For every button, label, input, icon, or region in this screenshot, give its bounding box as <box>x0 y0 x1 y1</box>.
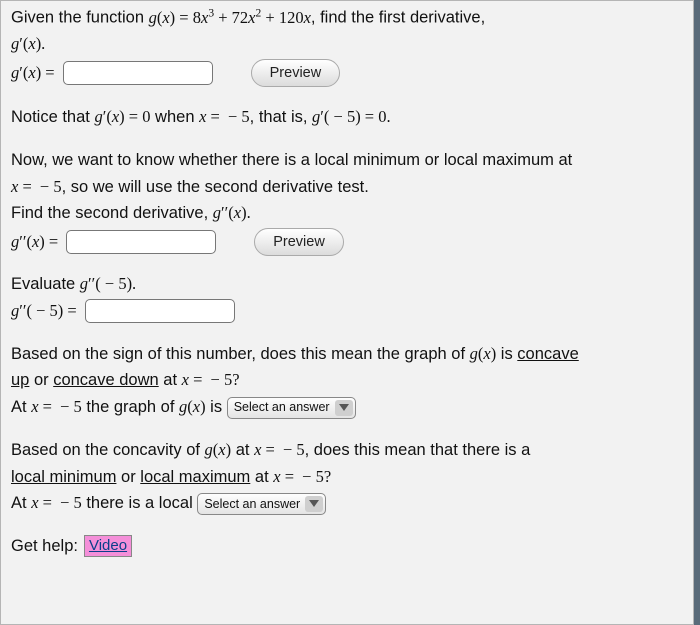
first-derivative-input[interactable] <box>63 61 213 85</box>
math-expr: g(x) <box>470 344 497 363</box>
math-expr: g(x) <box>179 397 206 416</box>
math-expr: x = − 5? <box>182 370 240 389</box>
evaluate-input[interactable] <box>85 299 235 323</box>
local-select[interactable]: Select an answer <box>197 493 326 515</box>
notice-block: Notice that g′(x) = 0 when x = − 5, that… <box>11 105 683 130</box>
underline-text: concave <box>517 345 578 363</box>
evaluate-row: g′′( − 5) = <box>11 299 683 324</box>
second-derivative-input[interactable] <box>66 230 216 254</box>
text: Based on the sign of this number, does t… <box>11 345 470 363</box>
text-line: Based on the concavity of g(x) at x = − … <box>11 438 683 463</box>
math-expr: g′′(x). <box>213 203 251 222</box>
second-derivative-block: Now, we want to know whether there is a … <box>11 148 683 256</box>
math-expr: x = − 5? <box>273 467 331 486</box>
math-expr: x = − 5 <box>199 107 250 126</box>
text: , find the first derivative, <box>311 9 485 27</box>
chevron-down-icon <box>335 400 353 416</box>
math-expr: g′( − 5) = 0. <box>312 107 391 126</box>
text: , so we will use the second derivative t… <box>62 178 369 196</box>
text: Based on the concavity of <box>11 441 205 459</box>
first-derivative-row: g′(x) = Preview <box>11 59 683 87</box>
text: , does this mean that there is a <box>305 441 531 459</box>
chevron-down-icon <box>305 496 323 512</box>
text: or <box>29 371 53 389</box>
text: Evaluate <box>11 275 80 293</box>
underline-text: local minimum <box>11 468 116 486</box>
answer-line: At x = − 5 there is a local Select an an… <box>11 491 683 516</box>
preview-button[interactable]: Preview <box>254 228 344 256</box>
math-expr: g′(x) = 0 <box>94 107 150 126</box>
underline-text: concave down <box>53 371 159 389</box>
text: at <box>159 371 182 389</box>
evaluate-block: Evaluate g′′( − 5). g′′( − 5) = <box>11 272 683 324</box>
text: Given the function <box>11 9 149 27</box>
text: when <box>150 108 199 126</box>
text-line: local minimum or local maximum at x = − … <box>11 465 683 490</box>
underline-text: up <box>11 371 29 389</box>
math-expr: x = − 5 <box>11 177 62 196</box>
concavity-select[interactable]: Select an answer <box>227 397 356 419</box>
text-line: up or concave down at x = − 5? <box>11 368 683 393</box>
text: at <box>231 441 254 459</box>
text-line: Based on the sign of this number, does t… <box>11 342 683 367</box>
preview-button[interactable]: Preview <box>251 59 341 87</box>
text: or <box>116 468 140 486</box>
text: there is a local <box>82 494 198 512</box>
intro-line1: Given the function g(x) = 8x3 + 72x2 + 1… <box>11 5 683 30</box>
underline-text: local maximum <box>140 468 250 486</box>
text-line: Evaluate g′′( − 5). <box>11 272 683 297</box>
text: Find the second derivative, <box>11 204 213 222</box>
help-label: Get help: <box>11 534 78 559</box>
text: At <box>11 494 31 512</box>
text: the graph of <box>82 398 179 416</box>
math-expr: x = − 5 <box>31 493 82 512</box>
math-expr: g(x) = 8x3 + 72x2 + 120x <box>149 8 311 27</box>
video-link[interactable]: Video <box>84 535 132 557</box>
eq-label: g′′( − 5) = <box>11 299 77 324</box>
math-expr: g′′( − 5). <box>80 274 136 293</box>
answer-line: At x = − 5 the graph of g(x) is Select a… <box>11 395 683 420</box>
text: At <box>11 398 31 416</box>
text: at <box>250 468 273 486</box>
eq-label: g′(x) = <box>11 61 55 86</box>
text: , that is, <box>250 108 312 126</box>
concavity-block: Based on the sign of this number, does t… <box>11 342 683 420</box>
text: Notice that <box>11 108 94 126</box>
text: is <box>206 398 227 416</box>
text: is <box>496 345 517 363</box>
help-row: Get help: Video <box>11 534 683 559</box>
math-expr: g′(x). <box>11 34 45 53</box>
math-expr: x = − 5 <box>31 397 82 416</box>
eq-label: g′′(x) = <box>11 230 58 255</box>
select-label: Select an answer <box>204 495 300 514</box>
text-line: Find the second derivative, g′′(x). <box>11 201 683 226</box>
second-derivative-row: g′′(x) = Preview <box>11 228 683 256</box>
select-label: Select an answer <box>234 398 330 417</box>
question-panel: Given the function g(x) = 8x3 + 72x2 + 1… <box>0 0 694 625</box>
text: Now, we want to know whether there is a … <box>11 148 683 173</box>
math-expr: x = − 5 <box>254 440 305 459</box>
text-line: x = − 5, so we will use the second deriv… <box>11 175 683 200</box>
math-expr: g(x) <box>205 440 232 459</box>
local-block: Based on the concavity of g(x) at x = − … <box>11 438 683 516</box>
intro-line2: g′(x). <box>11 32 683 57</box>
